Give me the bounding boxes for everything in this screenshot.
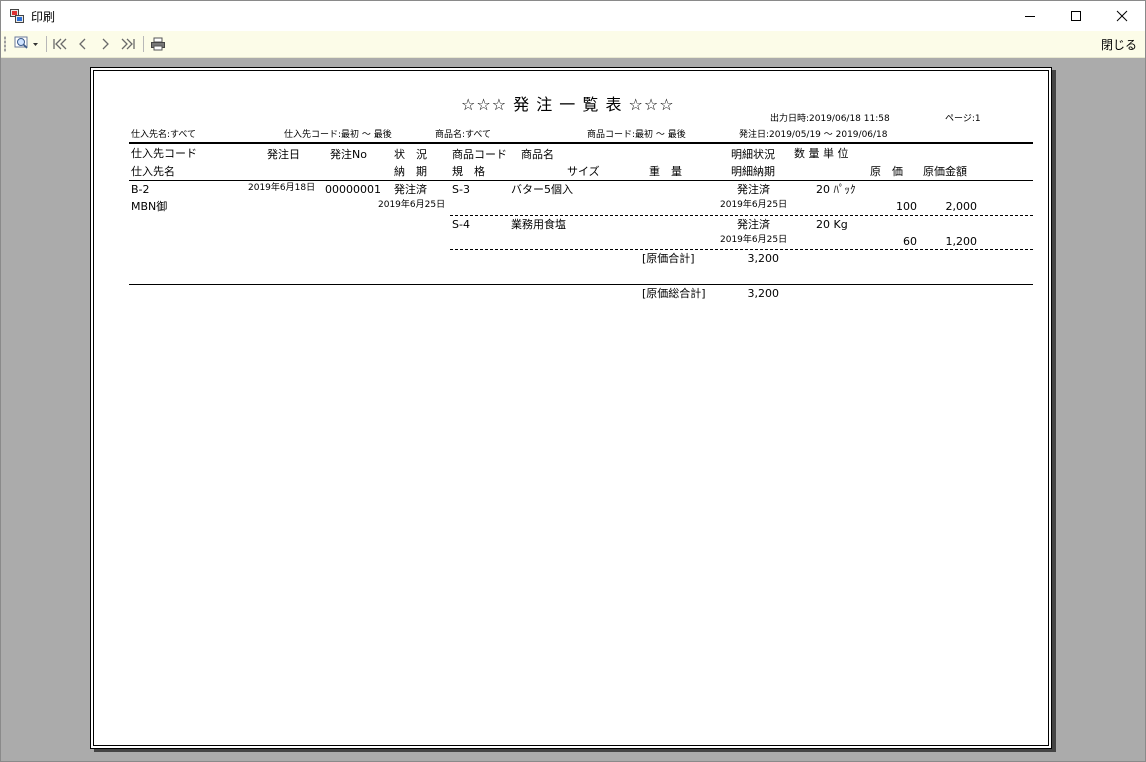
supplier-code: B-2 bbox=[131, 183, 150, 196]
col-weight: 重 量 bbox=[649, 165, 682, 178]
col-line-delivery: 明細納期 bbox=[731, 165, 775, 178]
col-spec: 規 格 bbox=[452, 165, 485, 178]
title-bar: 印刷 bbox=[1, 1, 1145, 31]
subtotal-value: 3,200 bbox=[747, 252, 780, 265]
minimize-icon bbox=[1025, 16, 1035, 17]
close-window-button[interactable] bbox=[1099, 1, 1145, 31]
line-product-code: S-3 bbox=[452, 183, 470, 196]
first-page-button[interactable] bbox=[50, 34, 70, 54]
previous-page-icon bbox=[79, 38, 86, 50]
first-page-icon bbox=[53, 38, 67, 50]
total-rule bbox=[129, 284, 1033, 285]
col-qty-unit: 数 量 単 位 bbox=[794, 147, 849, 160]
zoom-button[interactable] bbox=[12, 34, 42, 54]
last-page-button[interactable] bbox=[118, 34, 138, 54]
toolbar-separator bbox=[143, 36, 144, 52]
toolbar: 閉じる bbox=[1, 31, 1145, 58]
line-delivery: 2019年6月25日 bbox=[720, 200, 788, 210]
line-cost-amount: 1,200 bbox=[945, 235, 978, 248]
col-supplier-name: 仕入先名 bbox=[131, 165, 175, 178]
close-icon bbox=[1116, 10, 1128, 22]
print-button[interactable] bbox=[148, 34, 168, 54]
output-datetime: 出力日時:2019/06/18 11:58 bbox=[770, 114, 890, 124]
col-order-no: 発注No bbox=[330, 148, 367, 161]
grand-total-label: [原価総合計] bbox=[642, 287, 706, 300]
grand-total-value: 3,200 bbox=[747, 287, 780, 300]
filter-product-code: 商品コード:最初 ～ 最後 bbox=[587, 130, 686, 140]
col-order-date: 発注日 bbox=[267, 148, 300, 161]
header-top-rule bbox=[129, 142, 1033, 144]
line-qty-unit: 20 Kg bbox=[816, 218, 848, 231]
subtotal-label: [原価合計] bbox=[642, 252, 695, 265]
line-cost-amount: 2,000 bbox=[945, 200, 978, 213]
next-page-icon bbox=[102, 38, 109, 50]
maximize-icon bbox=[1071, 11, 1081, 21]
printer-icon bbox=[151, 37, 165, 51]
magnifier-icon bbox=[14, 36, 38, 49]
col-cost: 原 価 bbox=[870, 165, 903, 178]
filter-supplier-name: 仕入先名:すべて bbox=[131, 130, 197, 140]
toolbar-separator bbox=[46, 36, 47, 52]
line-separator bbox=[450, 215, 1033, 216]
col-product-code: 商品コード bbox=[452, 148, 507, 161]
col-size: サイズ bbox=[567, 165, 600, 178]
col-product-name: 商品名 bbox=[521, 148, 554, 161]
order-delivery: 2019年6月25日 bbox=[378, 200, 446, 210]
filter-order-date: 発注日:2019/05/19 ～ 2019/06/18 bbox=[739, 130, 888, 140]
line-delivery: 2019年6月25日 bbox=[720, 235, 788, 245]
filter-product-name: 商品名:すべて bbox=[435, 130, 492, 140]
line-status: 発注済 bbox=[737, 183, 770, 196]
last-page-icon bbox=[121, 38, 135, 50]
line-product-code: S-4 bbox=[452, 218, 470, 231]
col-supplier-code: 仕入先コード bbox=[131, 147, 197, 160]
line-cost: 60 bbox=[903, 235, 917, 248]
line-qty-unit: 20 ﾊﾟｯｸ bbox=[816, 183, 856, 196]
report-page: ☆☆☆ 発 注 一 覧 表 ☆☆☆ 出力日時:2019/06/18 11:58 … bbox=[90, 67, 1052, 749]
line-cost: 100 bbox=[896, 200, 917, 213]
maximize-button[interactable] bbox=[1053, 1, 1099, 31]
page-number: ページ:1 bbox=[945, 114, 981, 124]
line-status: 発注済 bbox=[737, 218, 770, 231]
order-status: 発注済 bbox=[394, 183, 427, 196]
report-title: ☆☆☆ 発 注 一 覧 表 ☆☆☆ bbox=[461, 95, 675, 114]
toolbar-grip bbox=[4, 36, 6, 52]
line-separator bbox=[450, 249, 1033, 250]
close-preview-button[interactable]: 閉じる bbox=[1101, 36, 1137, 53]
line-product-name: バター5個入 bbox=[511, 183, 573, 196]
col-status: 状 況 bbox=[394, 148, 427, 161]
order-no: 00000001 bbox=[325, 183, 381, 196]
next-page-button[interactable] bbox=[96, 34, 114, 54]
col-cost-amount: 原価金額 bbox=[923, 165, 967, 178]
window-title: 印刷 bbox=[31, 10, 56, 24]
order-date: 2019年6月18日 bbox=[248, 183, 316, 193]
filter-supplier-code: 仕入先コード:最初 ～ 最後 bbox=[284, 130, 392, 140]
line-product-name: 業務用食塩 bbox=[511, 218, 566, 231]
supplier-name: MBN御 bbox=[131, 200, 168, 213]
col-line-status: 明細状況 bbox=[731, 148, 775, 161]
previous-page-button[interactable] bbox=[74, 34, 92, 54]
minimize-button[interactable] bbox=[1007, 1, 1053, 31]
app-icon bbox=[10, 9, 24, 23]
header-bottom-rule bbox=[129, 180, 1033, 181]
col-delivery: 納 期 bbox=[394, 165, 427, 178]
